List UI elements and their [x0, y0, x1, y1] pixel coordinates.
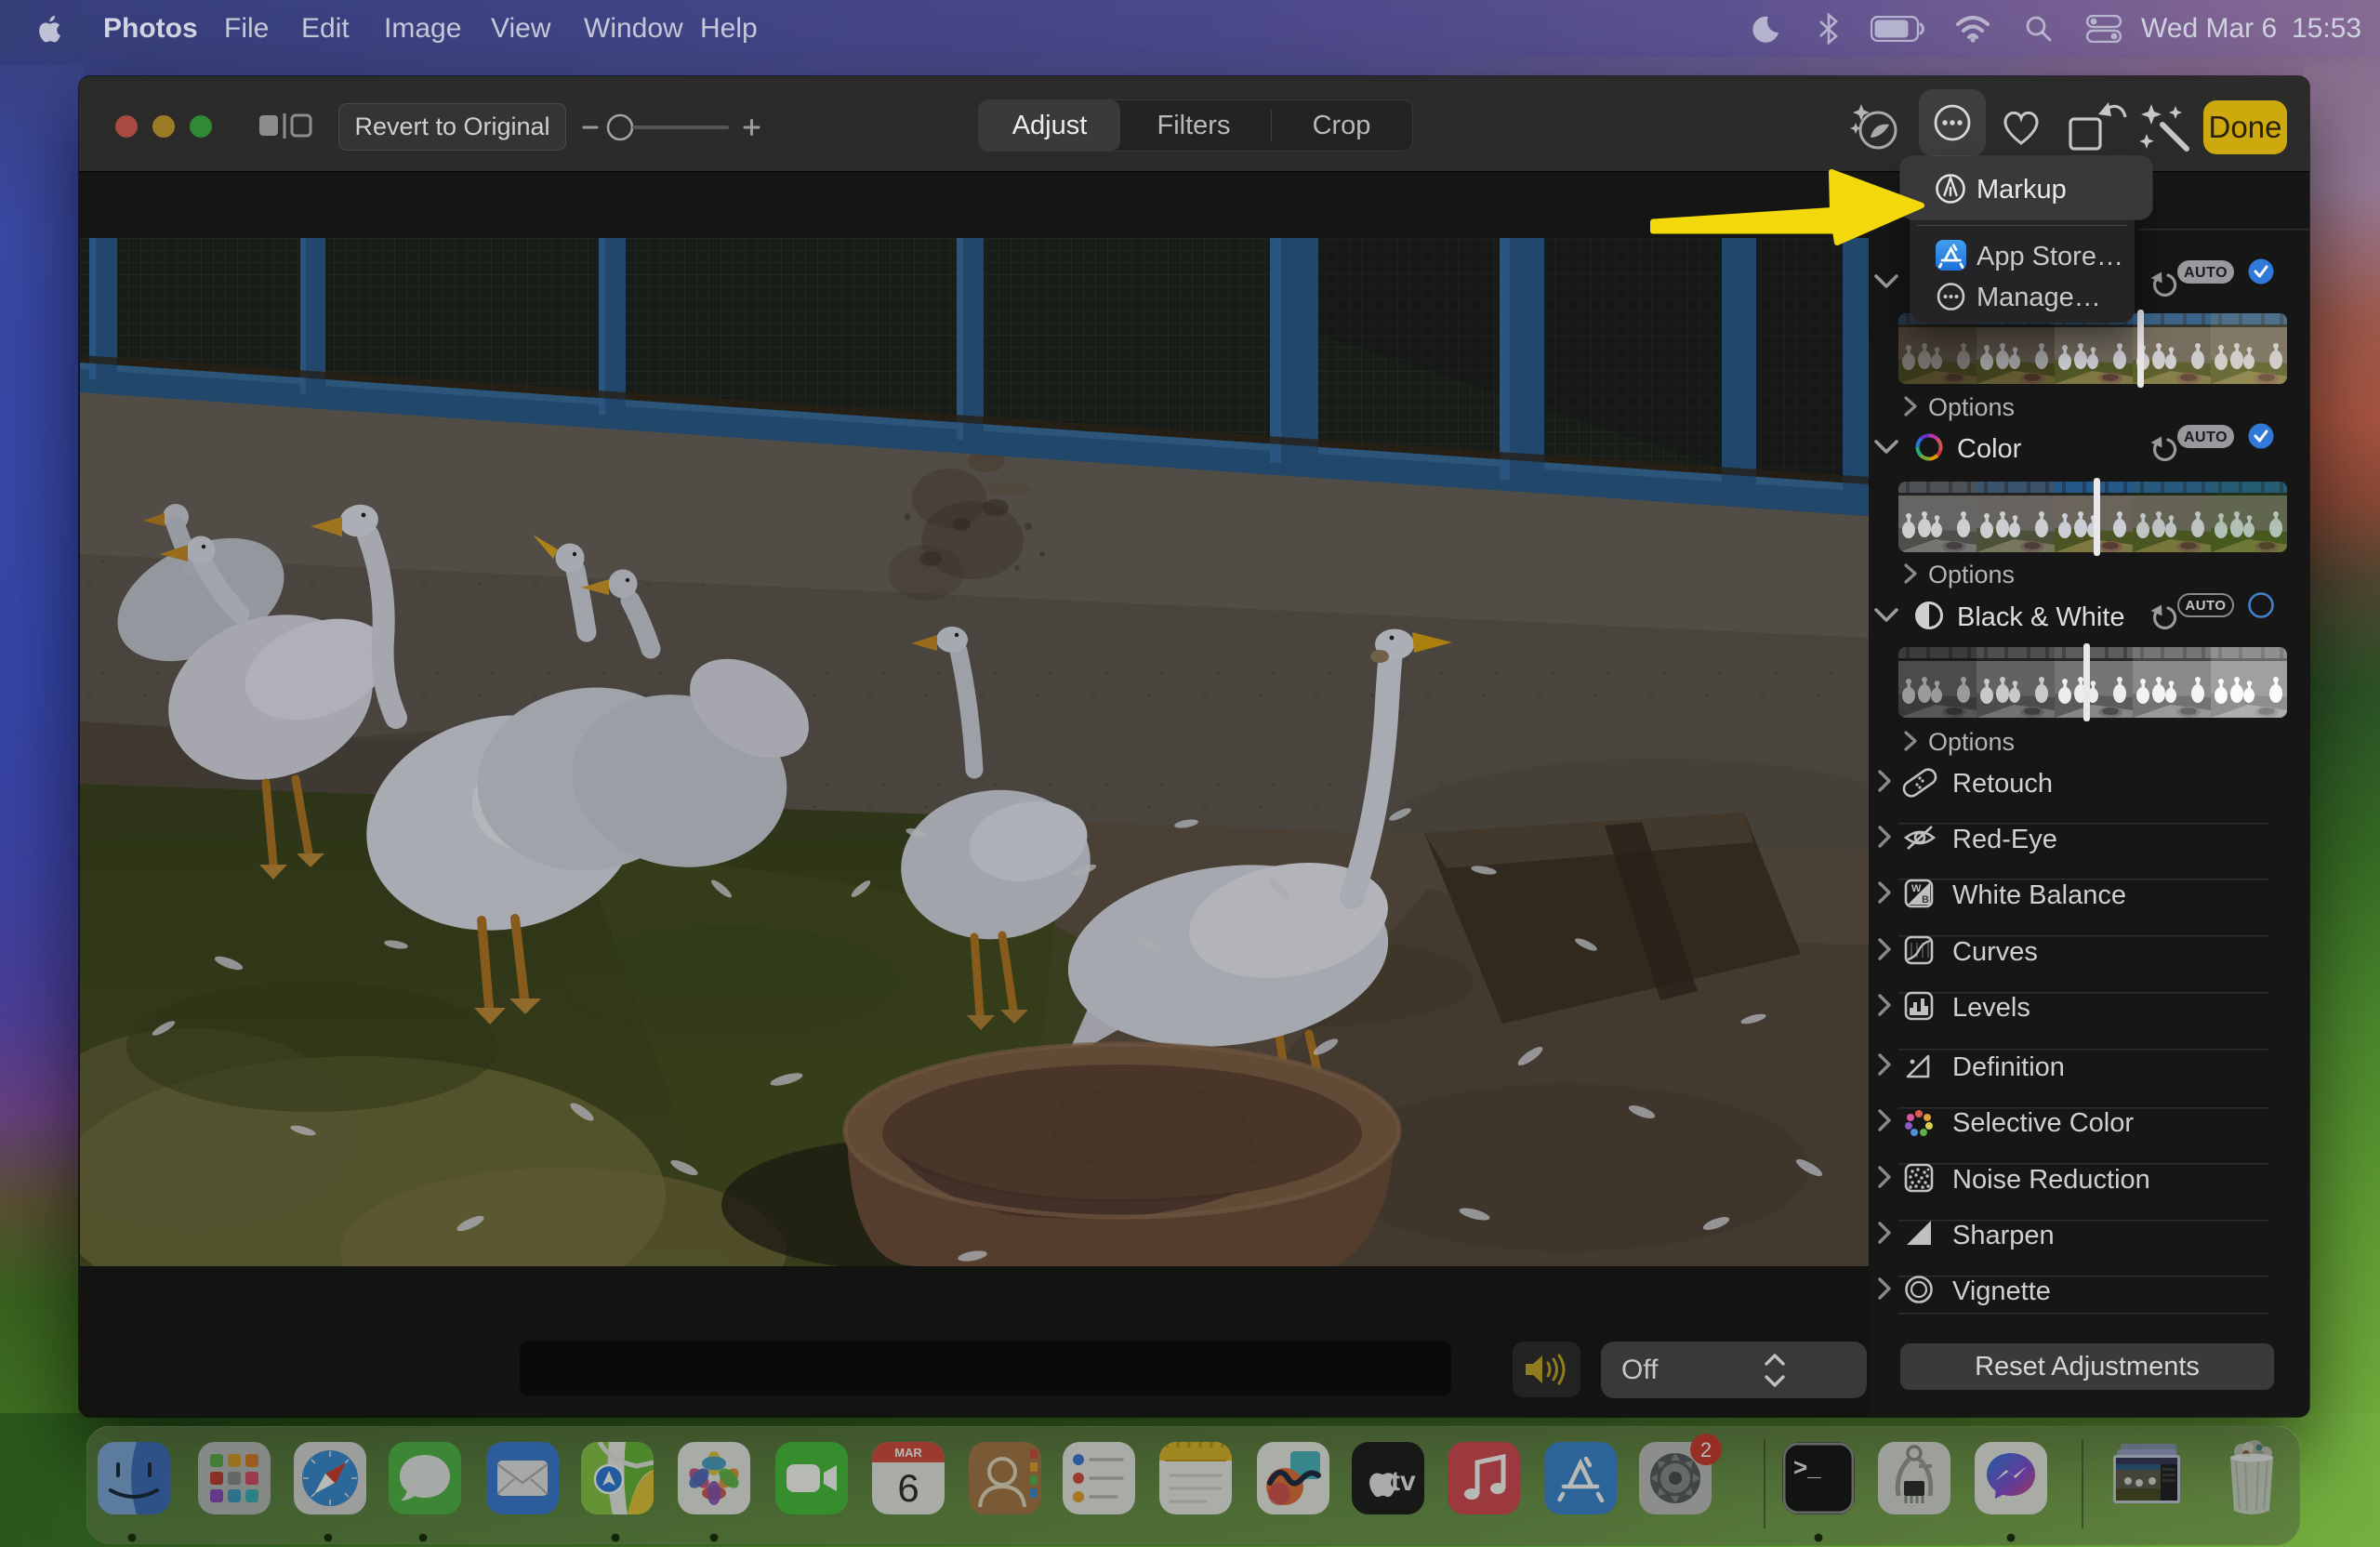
svg-text:Color: Color: [1957, 434, 2022, 464]
svg-text:Sharpen: Sharpen: [1952, 1221, 2055, 1250]
svg-text:Options: Options: [1928, 728, 2015, 756]
svg-text:AUTO: AUTO: [2184, 430, 2228, 445]
svg-text:Levels: Levels: [1952, 993, 2030, 1023]
svg-text:Reset Adjustments: Reset Adjustments: [1975, 1352, 2200, 1382]
svg-text:Red-Eye: Red-Eye: [1952, 825, 2057, 854]
svg-text:White Balance: White Balance: [1952, 880, 2126, 910]
svg-text:Options: Options: [1928, 561, 2015, 588]
svg-text:Curves: Curves: [1952, 937, 2038, 967]
svg-text:Noise Reduction: Noise Reduction: [1952, 1165, 2150, 1195]
svg-text:Options: Options: [1928, 393, 2015, 421]
svg-text:Manage…: Manage…: [1977, 283, 2101, 312]
svg-text:Selective Color: Selective Color: [1952, 1108, 2134, 1138]
svg-text:App Store…: App Store…: [1977, 242, 2123, 271]
svg-text:AUTO: AUTO: [2184, 265, 2228, 281]
svg-text:Vignette: Vignette: [1952, 1276, 2051, 1306]
svg-text:Markup: Markup: [1977, 175, 2067, 205]
svg-text:Definition: Definition: [1952, 1052, 2065, 1082]
svg-text:Black & White: Black & White: [1957, 602, 2125, 632]
svg-text:W: W: [1911, 883, 1922, 894]
svg-text:AUTO: AUTO: [2185, 598, 2226, 614]
svg-text:B: B: [1922, 894, 1929, 906]
svg-text:Retouch: Retouch: [1952, 769, 2053, 799]
